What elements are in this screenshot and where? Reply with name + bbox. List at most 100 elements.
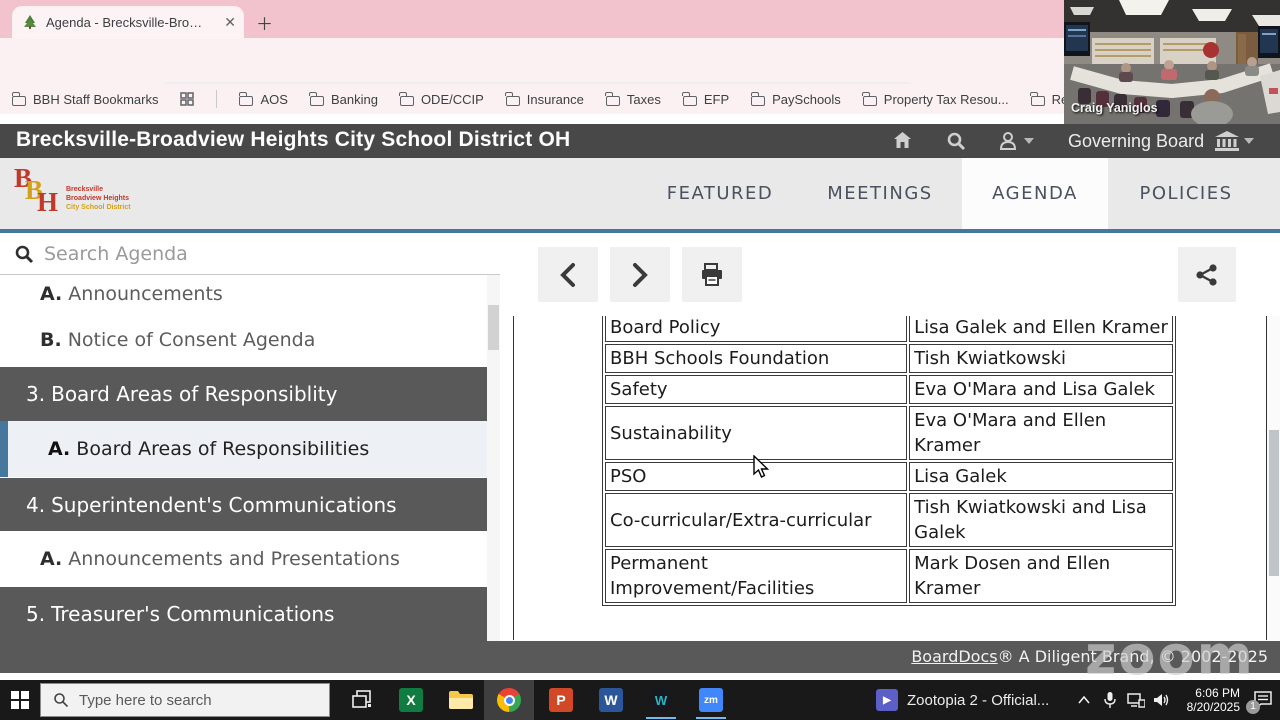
- powerpoint-taskbar-button[interactable]: P: [538, 680, 584, 720]
- bbh-logo[interactable]: B B H Brecksville Broadview Heights City…: [14, 163, 154, 225]
- bookmark-folder-banking[interactable]: Banking: [310, 92, 378, 107]
- task-view-button[interactable]: [340, 680, 384, 720]
- excel-icon: X: [399, 688, 423, 712]
- webex-running-indicator: [646, 717, 676, 719]
- bookmark-folder-insurance[interactable]: Insurance: [506, 92, 584, 107]
- clock-date: 8/20/2025: [1178, 700, 1240, 714]
- sidebar-scrollbar-thumb[interactable]: [488, 305, 499, 350]
- search-icon: [53, 692, 69, 708]
- tab-close-icon[interactable]: ✕: [224, 14, 236, 31]
- sidebar-item-announcements[interactable]: A.Announcements: [0, 275, 487, 313]
- word-taskbar-button[interactable]: W: [588, 680, 634, 720]
- site-home-icon[interactable]: [893, 131, 912, 149]
- institution-bank-icon[interactable]: [1214, 131, 1254, 151]
- chevron-left-icon: [558, 262, 578, 288]
- zoom-running-indicator: [696, 717, 726, 719]
- chevron-right-icon: [630, 262, 650, 288]
- table-row: Board PolicyLisa Galek and Ellen Kramer: [605, 316, 1173, 342]
- start-button[interactable]: [0, 680, 40, 720]
- tab-favicon-tree-icon: [22, 14, 38, 30]
- tab-agenda[interactable]: AGENDA: [962, 158, 1108, 229]
- browser-tab[interactable]: Agenda - Brecksville-Broadview ✕: [12, 6, 244, 38]
- webex-taskbar-button[interactable]: W: [638, 680, 684, 720]
- folder-icon: [1031, 96, 1045, 106]
- sidebar-item-notice-consent[interactable]: B.Notice of Consent Agenda: [0, 313, 487, 367]
- table-row: SafetyEva O'Mara and Lisa Galek: [605, 375, 1173, 404]
- bookmark-folder-ode-ccip[interactable]: ODE/CCIP: [400, 92, 484, 107]
- notification-count-badge: 1: [1246, 700, 1260, 714]
- folder-icon: [506, 96, 520, 106]
- site-search-icon[interactable]: [946, 131, 966, 151]
- chevron-down-icon: [1024, 138, 1034, 144]
- webex-icon: W: [649, 688, 673, 712]
- zoom-taskbar-button[interactable]: zm: [688, 680, 734, 720]
- media-window-button[interactable]: ▶ Zootopia 2 - Official...: [876, 680, 1076, 720]
- tab-policies[interactable]: POLICIES: [1112, 158, 1260, 229]
- tray-clock[interactable]: 6:06 PM 8/20/2025: [1178, 686, 1240, 714]
- folder-icon: [310, 96, 324, 106]
- bookmark-folder-taxes[interactable]: Taxes: [606, 92, 661, 107]
- next-item-button[interactable]: [610, 247, 670, 302]
- taskbar-search-box[interactable]: Type here to search: [40, 683, 330, 717]
- folder-icon: [683, 96, 697, 106]
- webcam-overlay: Craig Yaniglos: [1064, 0, 1280, 124]
- excel-taskbar-button[interactable]: X: [388, 680, 434, 720]
- table-row: Co-curricular/Extra-curricularTish Kwiat…: [605, 493, 1173, 547]
- bookmark-bbh-staff[interactable]: BBH Staff Bookmarks: [12, 92, 158, 107]
- responsibility-table: Board PolicyLisa Galek and Ellen Kramer …: [602, 316, 1176, 606]
- tab-title: Agenda - Brecksville-Broadview: [46, 15, 206, 30]
- folder-icon: [863, 96, 877, 106]
- bookmark-folder-efp[interactable]: EFP: [683, 92, 729, 107]
- bookmarks-divider: [216, 90, 217, 108]
- search-icon: [14, 244, 34, 264]
- agenda-sidebar: A.Announcements B.Notice of Consent Agen…: [0, 233, 500, 641]
- apps-grid-icon[interactable]: [180, 92, 194, 106]
- media-play-icon: ▶: [876, 689, 898, 711]
- microphone-tray-icon[interactable]: [1098, 680, 1122, 720]
- task-view-icon: [352, 690, 372, 710]
- speaker-name-label: Craig Yaniglos: [1071, 101, 1158, 115]
- sidebar-section-treasurer[interactable]: 5.Treasurer's Communications: [0, 587, 487, 641]
- sidebar-scrollbar[interactable]: [487, 275, 500, 641]
- file-explorer-icon: [448, 689, 474, 711]
- district-title: Brecksville-Broadview Heights City Schoo…: [16, 128, 570, 152]
- chevron-down-icon: [1244, 138, 1254, 144]
- sidebar-section-board-areas[interactable]: 3.Board Areas of Responsiblity: [0, 367, 487, 421]
- sidebar-item-announcements-presentations[interactable]: A.Announcements and Presentations: [0, 531, 487, 587]
- printer-icon: [699, 262, 725, 288]
- tab-meetings[interactable]: MEETINGS: [805, 158, 955, 229]
- folder-gear-icon: [12, 96, 26, 106]
- network-tray-icon[interactable]: [1124, 680, 1148, 720]
- tab-featured[interactable]: FEATURED: [645, 158, 795, 229]
- windows-logo-icon: [11, 691, 29, 709]
- folder-icon: [751, 96, 765, 106]
- search-agenda-input[interactable]: [44, 243, 444, 265]
- share-button[interactable]: [1178, 247, 1236, 302]
- table-row: SustainabilityEva O'Mara and Ellen Krame…: [605, 406, 1173, 460]
- content-scrollbar-thumb[interactable]: [1269, 430, 1279, 576]
- boarddocs-link[interactable]: BoardDocs: [911, 647, 997, 666]
- bookmark-folder-aos[interactable]: AOS: [239, 92, 287, 107]
- bookmark-folder-property-tax[interactable]: Property Tax Resou...: [863, 92, 1009, 107]
- previous-item-button[interactable]: [538, 247, 598, 302]
- content-scrollbar[interactable]: [1267, 316, 1280, 640]
- table-row: BBH Schools FoundationTish Kwiatkowski: [605, 344, 1173, 373]
- sidebar-section-superintendent[interactable]: 4.Superintendent's Communications: [0, 478, 487, 531]
- mouse-cursor: [752, 455, 770, 481]
- tray-expand-chevron[interactable]: [1072, 680, 1096, 720]
- file-explorer-taskbar-button[interactable]: [438, 680, 484, 720]
- user-account-icon[interactable]: [998, 131, 1034, 151]
- folder-icon: [400, 96, 414, 106]
- share-icon: [1195, 263, 1219, 287]
- chrome-taskbar-button[interactable]: [484, 680, 534, 720]
- volume-tray-icon[interactable]: [1150, 680, 1174, 720]
- new-tab-button[interactable]: ＋: [256, 10, 273, 35]
- bookmark-folder-payschools[interactable]: PaySchools: [751, 92, 841, 107]
- windows-taskbar: Type here to search X P W W zm ▶ Zootopi…: [0, 680, 1280, 720]
- folder-icon: [239, 96, 253, 106]
- table-row: Permanent Improvement/FacilitiesMark Dos…: [605, 549, 1173, 603]
- agenda-search-row: [0, 233, 500, 275]
- sidebar-item-board-areas-selected[interactable]: A.Board Areas of Responsibilities: [0, 421, 487, 477]
- print-button[interactable]: [682, 247, 742, 302]
- board-selector-label[interactable]: Governing Board: [1068, 131, 1204, 152]
